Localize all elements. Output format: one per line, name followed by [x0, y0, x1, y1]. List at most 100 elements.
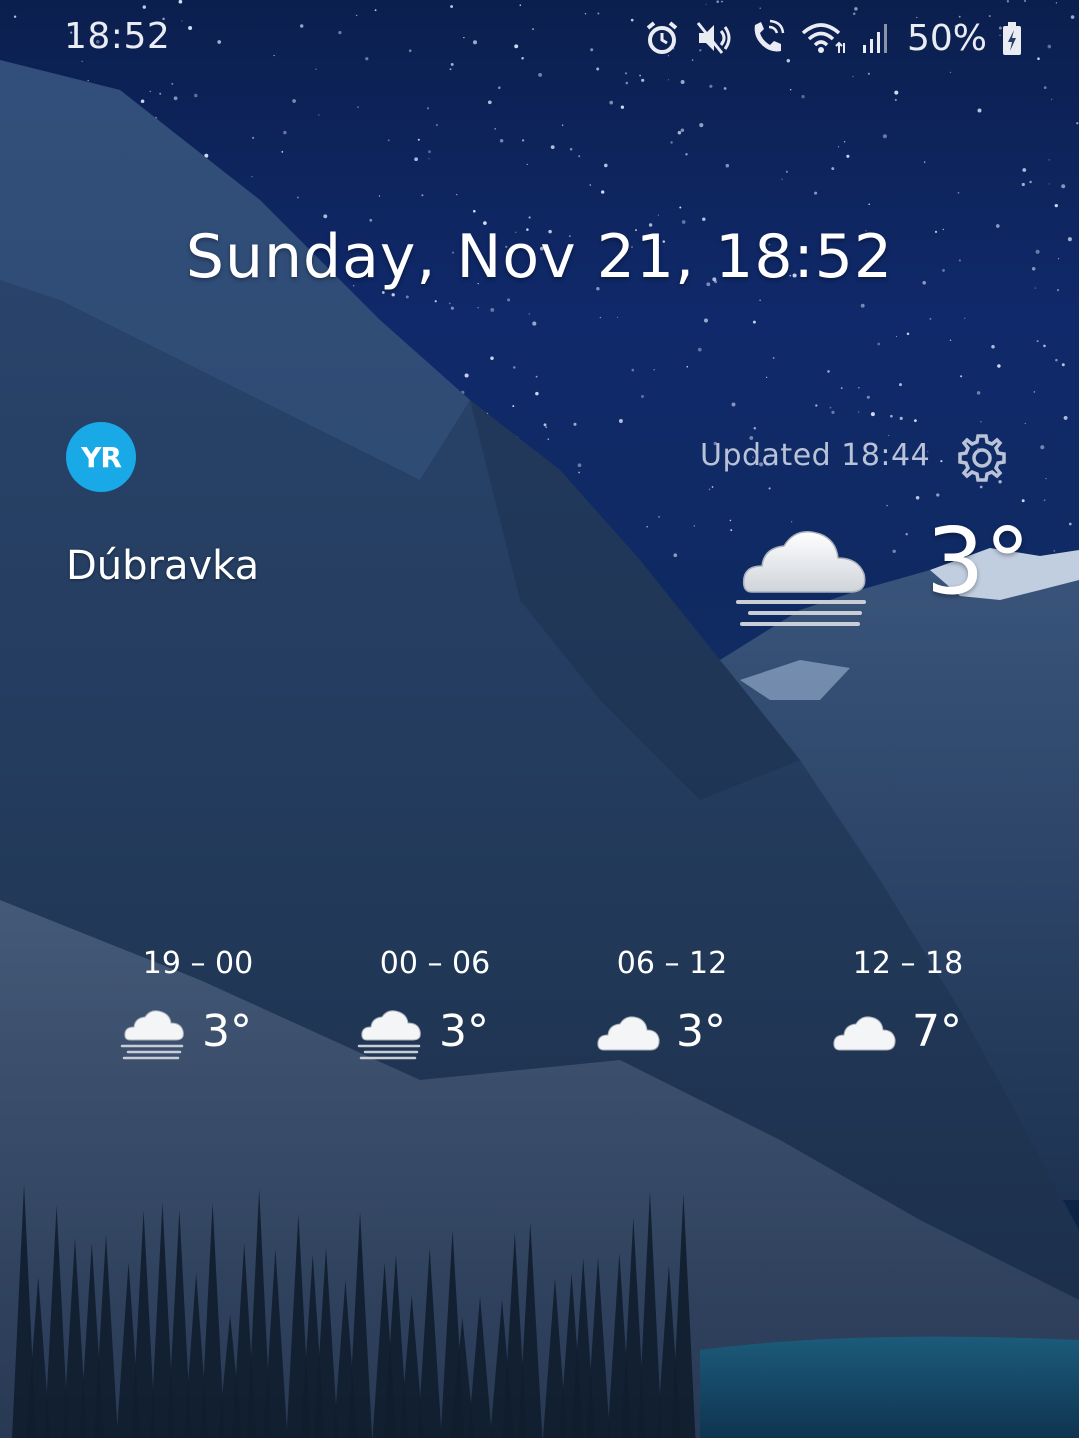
star: [512, 366, 516, 369]
star: [670, 141, 673, 144]
star: [753, 427, 757, 430]
star: [894, 90, 899, 95]
cloud-fog-icon: [357, 1010, 421, 1060]
star: [1076, 122, 1079, 125]
star: [490, 356, 494, 360]
star: [569, 147, 573, 151]
star: [641, 395, 644, 398]
star: [609, 100, 614, 105]
star: [940, 459, 943, 463]
star: [657, 214, 660, 216]
star: [618, 419, 623, 423]
gear-icon[interactable]: [956, 432, 1008, 484]
star: [843, 141, 846, 143]
star: [494, 127, 497, 130]
forecast-temperature: 7°: [912, 1006, 962, 1057]
star: [725, 163, 730, 168]
star: [827, 370, 830, 373]
star: [577, 463, 582, 468]
forecast-period: 00 – 06: [379, 946, 491, 981]
forecast-temperature: 3°: [439, 1006, 489, 1057]
star: [1055, 358, 1058, 362]
star: [428, 158, 430, 160]
star: [846, 154, 850, 158]
star: [708, 488, 711, 491]
date-time-widget[interactable]: Sunday, Nov 21, 18:52: [0, 222, 1079, 292]
star: [858, 411, 860, 413]
star: [815, 404, 818, 407]
star: [860, 303, 865, 308]
star: [877, 342, 881, 346]
star: [456, 193, 458, 196]
yr-logo[interactable]: YR: [66, 422, 136, 492]
star: [704, 318, 708, 323]
star: [526, 163, 528, 165]
star: [673, 553, 678, 558]
status-icons: 50%: [643, 16, 1023, 60]
star: [535, 391, 539, 396]
status-bar: 18:52 50%: [0, 0, 1079, 78]
star: [679, 206, 682, 209]
star: [829, 406, 832, 409]
star: [882, 134, 887, 139]
star: [680, 128, 685, 133]
star: [977, 108, 982, 113]
star: [426, 107, 430, 110]
star: [194, 93, 198, 98]
star: [1063, 415, 1068, 420]
star: [1022, 168, 1027, 172]
star: [840, 387, 843, 389]
signal-icon: [862, 24, 887, 53]
star: [895, 335, 897, 337]
forecast-temperature: 3°: [202, 1006, 252, 1057]
star: [685, 153, 688, 156]
star: [464, 373, 469, 378]
forecast-item[interactable]: 06 – 12 3°: [572, 946, 772, 1076]
star: [1021, 499, 1025, 503]
star: [658, 516, 660, 518]
star: [512, 405, 515, 408]
star: [949, 339, 952, 342]
cloud-icon: [833, 1016, 896, 1051]
star: [693, 525, 695, 527]
star: [450, 306, 454, 310]
star: [1061, 184, 1066, 189]
star: [625, 81, 629, 85]
star: [472, 209, 476, 213]
star: [1045, 478, 1047, 480]
star: [490, 307, 495, 312]
star: [924, 161, 926, 163]
star: [140, 99, 145, 104]
star: [960, 375, 963, 378]
star: [653, 369, 655, 371]
cloud-fog-icon: [736, 531, 866, 626]
star: [858, 387, 860, 389]
star: [631, 368, 635, 372]
cloud-icon: [597, 1016, 660, 1051]
star: [532, 321, 537, 326]
star: [507, 298, 511, 302]
star: [545, 426, 548, 429]
star: [251, 175, 253, 178]
mountain-landscape: [0, 0, 1079, 1438]
forecast-item[interactable]: 19 – 00 3°: [98, 946, 298, 1076]
star: [894, 98, 897, 101]
star: [957, 192, 960, 194]
star: [528, 216, 531, 219]
star: [906, 332, 910, 336]
star: [929, 317, 932, 320]
star: [448, 302, 451, 305]
star: [913, 419, 917, 423]
star: [498, 86, 501, 89]
star: [414, 157, 418, 162]
star: [543, 423, 547, 427]
star: [601, 190, 605, 194]
star: [1024, 422, 1026, 425]
star: [868, 203, 870, 205]
star: [281, 150, 284, 153]
status-time: 18:52: [64, 16, 171, 57]
star: [561, 124, 564, 126]
location-name[interactable]: Dúbravka: [66, 543, 259, 589]
forecast-item[interactable]: 12 – 18 7°: [808, 946, 1008, 1076]
forecast-item[interactable]: 00 – 06 3°: [335, 946, 535, 1076]
